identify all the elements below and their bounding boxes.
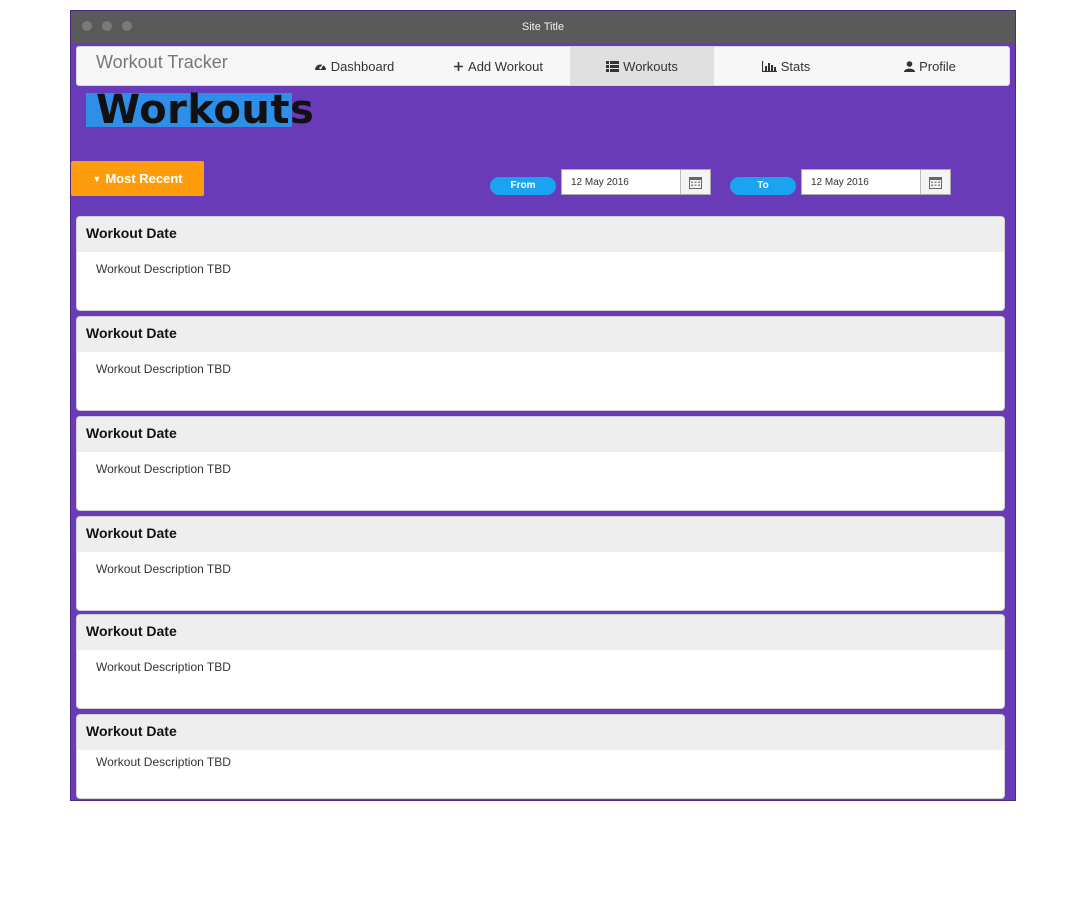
workout-card[interactable]: Workout Date Workout Description TBD xyxy=(76,316,1005,411)
from-label: From xyxy=(490,177,556,195)
calendar-icon[interactable] xyxy=(680,170,710,194)
dashboard-icon xyxy=(314,60,327,72)
workout-card[interactable]: Workout Date Workout Description TBD xyxy=(76,614,1005,709)
page-title: Workouts xyxy=(96,87,315,133)
workout-description: Workout Description TBD xyxy=(96,755,231,769)
window-titlebar: Site Title xyxy=(71,11,1015,43)
navbar: Workout Tracker Dashboard Add Workout Wo… xyxy=(76,46,1010,86)
nav-item-label: Workouts xyxy=(623,58,678,74)
brand-link[interactable]: Workout Tracker xyxy=(96,52,228,73)
workout-date: Workout Date xyxy=(77,715,1004,750)
workout-date: Workout Date xyxy=(77,517,1004,552)
nav-item-stats[interactable]: Stats xyxy=(714,47,858,85)
nav-item-dashboard[interactable]: Dashboard xyxy=(282,47,426,85)
nav-item-add-workout[interactable]: Add Workout xyxy=(426,47,570,85)
workout-card[interactable]: Workout Date Workout Description TBD xyxy=(76,416,1005,511)
workout-date: Workout Date xyxy=(77,615,1004,650)
to-label: To xyxy=(730,177,796,195)
workout-description: Workout Description TBD xyxy=(96,660,231,674)
caret-down-icon: ▼ xyxy=(92,173,102,184)
nav-item-profile[interactable]: Profile xyxy=(858,47,1002,85)
workout-description: Workout Description TBD xyxy=(96,462,231,476)
workout-card[interactable]: Workout Date Workout Description TBD xyxy=(76,516,1005,611)
plus-icon xyxy=(453,61,464,72)
nav-item-workouts[interactable]: Workouts xyxy=(570,47,714,85)
page-title-highlight: Workouts xyxy=(86,87,314,133)
workout-card[interactable]: Workout Date Workout Description TBD xyxy=(76,714,1005,799)
bar-chart-icon xyxy=(761,60,777,72)
minimize-window-button[interactable] xyxy=(102,21,112,31)
workout-date: Workout Date xyxy=(77,217,1004,252)
from-date-field xyxy=(561,169,711,195)
workout-date: Workout Date xyxy=(77,417,1004,452)
app-window: Site Title Workout Tracker Dashboard Add… xyxy=(70,10,1016,801)
nav-item-label: Stats xyxy=(780,58,811,74)
sort-most-recent-button[interactable]: ▼ Most Recent xyxy=(71,161,204,196)
workout-description: Workout Description TBD xyxy=(96,362,231,376)
to-date-field xyxy=(801,169,951,195)
nav-item-label: Dashboard xyxy=(330,58,395,74)
nav-item-label: Add Workout xyxy=(468,58,543,74)
list-icon xyxy=(606,60,620,72)
to-date-input[interactable] xyxy=(802,170,922,194)
from-date-input[interactable] xyxy=(562,170,682,194)
sort-button-label: Most Recent xyxy=(105,171,183,186)
window-title: Site Title xyxy=(521,21,565,33)
calendar-icon[interactable] xyxy=(920,170,950,194)
workout-card[interactable]: Workout Date Workout Description TBD xyxy=(76,216,1005,311)
workout-date: Workout Date xyxy=(77,317,1004,352)
user-icon xyxy=(904,60,916,72)
close-window-button[interactable] xyxy=(82,21,92,31)
maximize-window-button[interactable] xyxy=(122,21,132,31)
nav-item-label: Profile xyxy=(919,58,956,74)
workout-description: Workout Description TBD xyxy=(96,262,231,276)
workout-description: Workout Description TBD xyxy=(96,562,231,576)
